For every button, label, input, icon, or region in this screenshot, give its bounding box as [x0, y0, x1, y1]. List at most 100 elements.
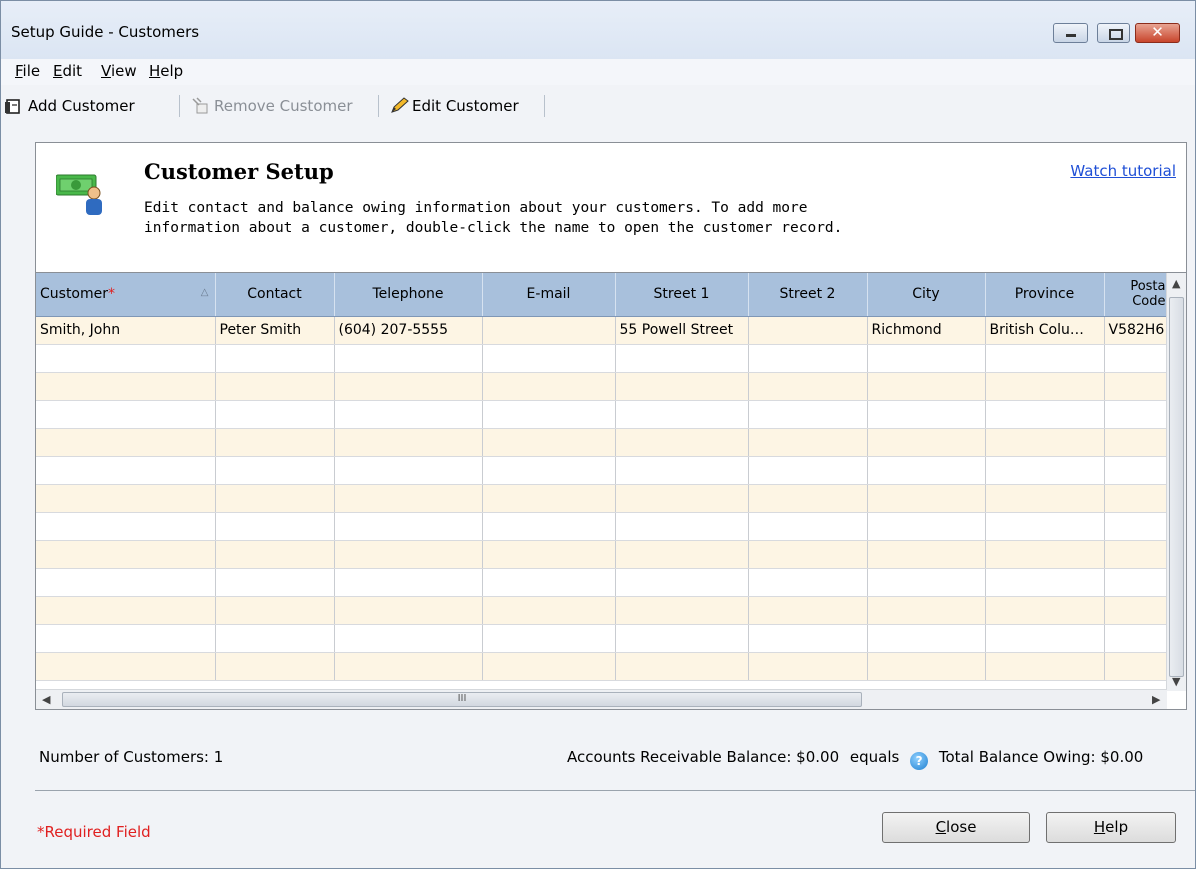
table-cell[interactable] — [1104, 428, 1171, 457]
table-cell[interactable] — [748, 400, 868, 429]
vertical-scroll-thumb[interactable] — [1169, 297, 1184, 677]
table-cell[interactable] — [215, 624, 335, 653]
table-cell[interactable] — [985, 372, 1105, 401]
table-row[interactable] — [36, 596, 1171, 625]
table-cell[interactable] — [985, 428, 1105, 457]
table-cell[interactable] — [36, 624, 216, 653]
table-cell[interactable] — [615, 372, 749, 401]
table-cell[interactable] — [334, 596, 483, 625]
table-row[interactable] — [36, 624, 1171, 653]
table-cell[interactable] — [615, 652, 749, 681]
table-row[interactable]: Smith, John Peter Smith (604) 207-5555 5… — [36, 316, 1171, 345]
table-cell[interactable] — [1104, 652, 1171, 681]
table-cell[interactable] — [215, 400, 335, 429]
table-cell[interactable] — [867, 624, 986, 653]
table-row[interactable] — [36, 372, 1171, 401]
table-cell[interactable] — [1104, 624, 1171, 653]
column-header-province[interactable]: Province — [985, 273, 1105, 317]
table-cell[interactable] — [1104, 456, 1171, 485]
table-cell[interactable] — [867, 540, 986, 569]
table-cell[interactable] — [36, 484, 216, 513]
table-cell[interactable] — [748, 568, 868, 597]
table-cell[interactable] — [985, 568, 1105, 597]
table-cell[interactable] — [985, 624, 1105, 653]
menu-help[interactable]: Help — [149, 62, 183, 80]
column-header-telephone[interactable]: Telephone — [334, 273, 483, 317]
table-cell[interactable] — [615, 344, 749, 373]
table-cell[interactable] — [867, 428, 986, 457]
table-cell[interactable] — [748, 624, 868, 653]
table-cell[interactable] — [215, 652, 335, 681]
table-cell[interactable] — [615, 428, 749, 457]
cell-email[interactable] — [482, 316, 616, 345]
table-cell[interactable] — [867, 484, 986, 513]
table-row[interactable] — [36, 344, 1171, 373]
table-cell[interactable] — [1104, 372, 1171, 401]
table-cell[interactable] — [334, 456, 483, 485]
vertical-scrollbar[interactable]: ▲ ▼ — [1166, 273, 1186, 691]
table-cell[interactable] — [748, 652, 868, 681]
table-row[interactable] — [36, 456, 1171, 485]
table-cell[interactable] — [748, 344, 868, 373]
table-cell[interactable] — [615, 624, 749, 653]
table-cell[interactable] — [334, 568, 483, 597]
table-cell[interactable] — [1104, 540, 1171, 569]
table-cell[interactable] — [482, 540, 616, 569]
table-cell[interactable] — [1104, 344, 1171, 373]
table-cell[interactable] — [985, 512, 1105, 541]
table-cell[interactable] — [985, 456, 1105, 485]
cell-contact[interactable]: Peter Smith — [215, 316, 335, 345]
table-cell[interactable] — [334, 428, 483, 457]
cell-postal-code[interactable]: V582H6 — [1104, 316, 1171, 345]
table-cell[interactable] — [748, 540, 868, 569]
table-cell[interactable] — [334, 624, 483, 653]
maximize-button[interactable] — [1097, 23, 1130, 43]
table-cell[interactable] — [482, 596, 616, 625]
table-cell[interactable] — [748, 484, 868, 513]
scroll-up-icon[interactable]: ▲ — [1172, 277, 1180, 290]
table-cell[interactable] — [36, 400, 216, 429]
table-row[interactable] — [36, 652, 1171, 681]
table-cell[interactable] — [615, 568, 749, 597]
table-cell[interactable] — [985, 652, 1105, 681]
table-cell[interactable] — [215, 456, 335, 485]
table-row[interactable] — [36, 512, 1171, 541]
close-window-button[interactable]: ✕ — [1135, 23, 1180, 43]
table-cell[interactable] — [867, 400, 986, 429]
table-cell[interactable] — [748, 456, 868, 485]
table-cell[interactable] — [482, 568, 616, 597]
table-cell[interactable] — [985, 596, 1105, 625]
table-row[interactable] — [36, 568, 1171, 597]
horizontal-scroll-thumb[interactable]: III — [62, 692, 862, 707]
table-cell[interactable] — [867, 596, 986, 625]
cell-city[interactable]: Richmond — [867, 316, 986, 345]
cell-telephone[interactable]: (604) 207-5555 — [334, 316, 483, 345]
horizontal-scrollbar[interactable]: ◀ III ▶ — [36, 689, 1167, 709]
table-cell[interactable] — [482, 624, 616, 653]
table-cell[interactable] — [334, 372, 483, 401]
table-cell[interactable] — [867, 372, 986, 401]
table-cell[interactable] — [215, 428, 335, 457]
table-cell[interactable] — [36, 596, 216, 625]
table-cell[interactable] — [985, 540, 1105, 569]
table-cell[interactable] — [36, 568, 216, 597]
table-cell[interactable] — [482, 512, 616, 541]
minimize-button[interactable] — [1053, 23, 1088, 43]
table-cell[interactable] — [36, 372, 216, 401]
table-cell[interactable] — [985, 344, 1105, 373]
table-cell[interactable] — [1104, 568, 1171, 597]
table-cell[interactable] — [748, 512, 868, 541]
table-cell[interactable] — [1104, 484, 1171, 513]
table-cell[interactable] — [334, 540, 483, 569]
edit-customer-button[interactable]: Edit Customer — [389, 94, 519, 118]
scroll-left-icon[interactable]: ◀ — [42, 693, 50, 706]
table-cell[interactable] — [215, 568, 335, 597]
column-header-email[interactable]: E-mail — [482, 273, 616, 317]
table-cell[interactable] — [748, 596, 868, 625]
table-cell[interactable] — [215, 596, 335, 625]
table-cell[interactable] — [334, 484, 483, 513]
table-cell[interactable] — [1104, 400, 1171, 429]
column-header-city[interactable]: City — [867, 273, 986, 317]
table-cell[interactable] — [867, 512, 986, 541]
table-row[interactable] — [36, 540, 1171, 569]
